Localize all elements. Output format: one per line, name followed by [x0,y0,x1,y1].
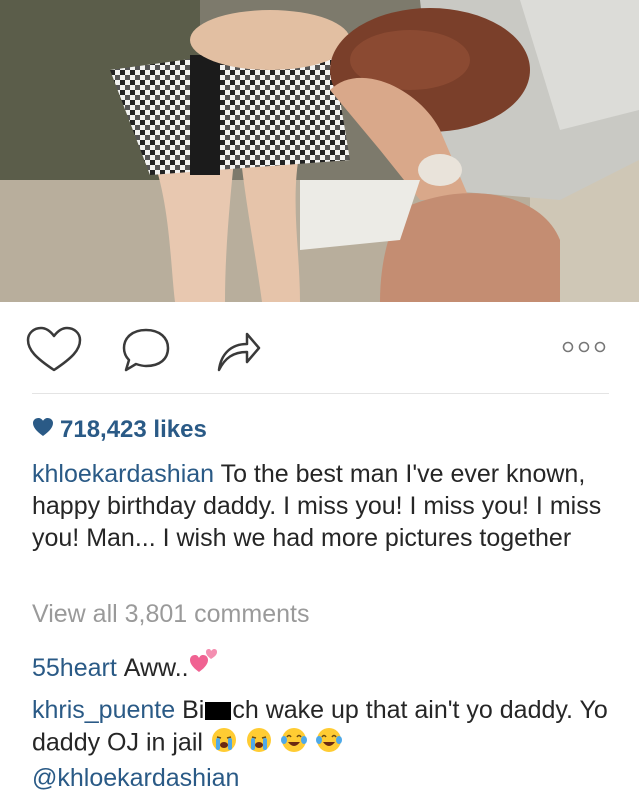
two-hearts-emoji-icon [189,646,219,684]
comment-text-start: Bi [182,696,205,724]
speech-bubble-icon [122,328,170,372]
like-button[interactable] [26,326,82,374]
post-caption: khloekardashian To the best man I've eve… [32,458,602,554]
loudly-crying-emoji-icon [245,726,273,762]
tears-of-joy-emoji-icon [315,726,343,762]
likes-text: 718,423 likes [60,416,207,443]
view-all-comments-link[interactable]: View all 3,801 comments [32,600,309,629]
comment-username[interactable]: khris_puente [32,696,175,724]
tears-of-joy-emoji-icon [280,726,308,762]
comment-text: Aww.. [123,654,189,682]
more-options-button[interactable] [560,338,610,356]
comment-button[interactable] [120,326,172,374]
caption-username[interactable]: khloekardashian [32,460,214,488]
share-button[interactable] [213,326,263,374]
ellipsis-icon [562,341,606,353]
comment-username[interactable]: 55heart [32,652,117,684]
censor-bar [205,702,232,721]
heart-filled-icon [32,416,54,444]
comment-item: 55heart Aww.. [32,646,219,684]
heart-outline-icon [26,326,82,372]
comment-item: khris_puente Bi ch wake up that ain't yo … [32,694,612,794]
share-arrow-icon [217,332,261,372]
divider [32,393,609,394]
likes-count[interactable]: 718,423 likes [32,416,207,444]
mention-link[interactable]: @khloekardashian [32,764,239,792]
post-photo[interactable] [0,0,639,302]
loudly-crying-emoji-icon [210,726,238,762]
